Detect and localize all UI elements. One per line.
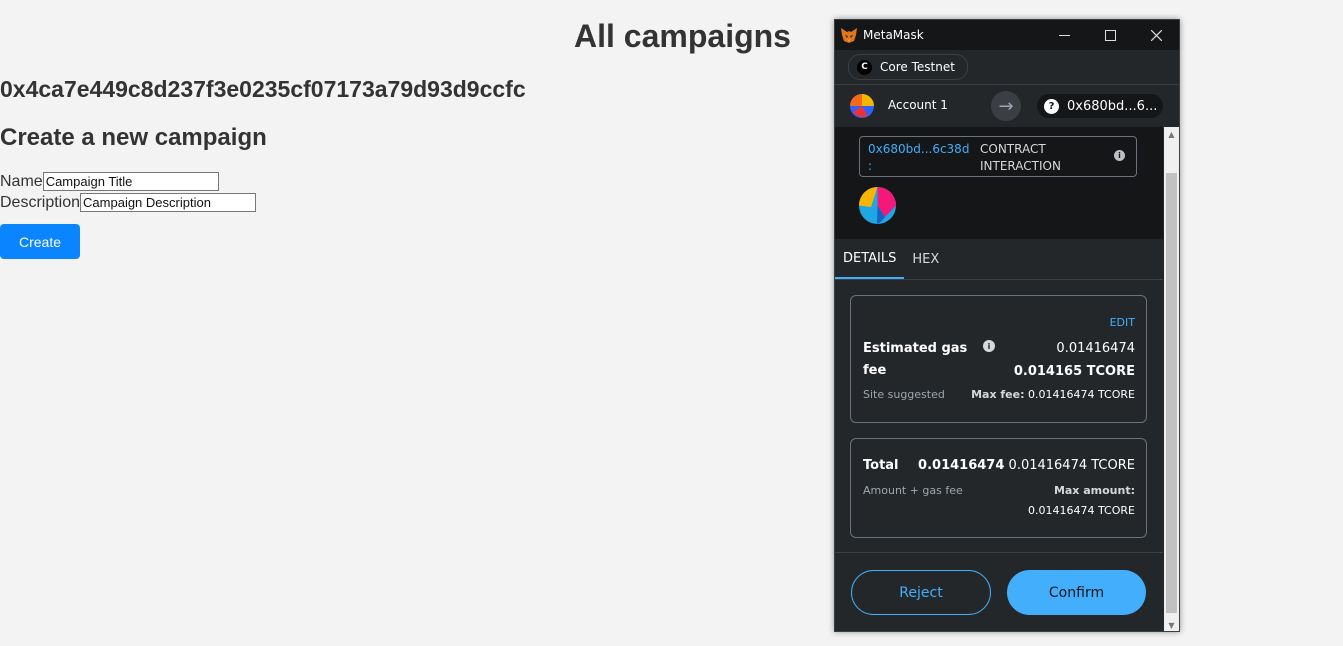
close-icon[interactable] [1133,20,1179,50]
name-label: Name [0,172,43,190]
description-row: Description [0,193,257,212]
window-titlebar[interactable]: MetaMask [835,20,1179,50]
amount-gas-label: Amount + gas fee [863,484,963,497]
max-amount-value: 0.01416474 TCORE [1028,504,1135,517]
network-icon: C [857,59,872,75]
network-name: Core Testnet [880,60,955,74]
contract-interaction-box: 0x680bd...6c38d : CONTRACT INTERACTION i [859,136,1137,177]
create-campaign-heading: Create a new campaign [0,124,267,151]
contract-address[interactable]: 0x680bd...6c38d : [868,141,974,175]
info-icon[interactable]: i [983,340,995,352]
scroll-up-icon[interactable]: ▲ [1164,127,1179,141]
max-fee: Max fee: 0.01416474 TCORE [971,388,1135,401]
recipient-address-pill[interactable]: ? 0x680bd...6... [1037,94,1163,118]
details-hex-tabs: DETAILS HEX [835,239,1163,280]
gas-fee-card: EDIT Estimated gas fee i 0.01416474 0.01… [850,295,1147,423]
account-name: Account 1 [888,98,948,112]
fox-icon [841,28,857,43]
action-footer: Reject Confirm [835,552,1163,631]
description-label: Description [0,193,81,211]
total-label: Total [863,458,899,473]
maximize-icon[interactable] [1087,20,1133,50]
contract-type-label: CONTRACT INTERACTION [980,142,1061,173]
scrollbar[interactable]: ▲ ▼ [1164,127,1179,631]
network-selector[interactable]: C Core Testnet [848,54,968,80]
tab-hex[interactable]: HEX [904,239,947,279]
site-suggested-label[interactable]: Site suggested [863,388,945,401]
total-card: Total 0.01416474 0.01416474 TCORE Amount… [850,438,1147,538]
gas-fee-native: 0.014165 TCORE [1013,364,1135,379]
question-icon: ? [1044,98,1059,114]
recipient-address: 0x680bd...6... [1067,98,1158,114]
name-input[interactable] [42,172,219,191]
scroll-down-icon[interactable]: ▼ [1164,618,1179,631]
description-input[interactable] [80,193,257,212]
scrollbar-thumb[interactable] [1166,173,1177,613]
name-row: Name [0,172,219,191]
reject-button[interactable]: Reject [851,570,991,615]
max-amount-label: Max amount: [1053,484,1135,497]
confirmation-content: 0x680bd...6c38d : CONTRACT INTERACTION i… [835,127,1163,631]
estimated-gas-label: Estimated gas fee [863,341,968,378]
manager-address: 0x4ca7e449c8d237f3e0235cf07173a79d93d9cc… [0,76,526,102]
metamask-window: MetaMask C Core Testnet Account 1 → ? 0x… [834,19,1180,632]
site-avatar [859,187,896,224]
total-value: 0.01416474 0.01416474 TCORE [918,458,1135,473]
account-bar: Account 1 → ? 0x680bd...6... [835,85,1179,128]
edit-gas-link[interactable]: EDIT [1110,316,1135,329]
confirm-button[interactable]: Confirm [1007,570,1146,615]
minimize-icon[interactable] [1041,20,1087,50]
gas-fee-primary: 0.01416474 [1056,341,1135,356]
network-bar: C Core Testnet [835,50,1179,85]
window-title: MetaMask [863,28,924,42]
create-button[interactable]: Create [0,224,80,259]
arrow-right-icon: → [991,91,1021,121]
contract-section: 0x680bd...6c38d : CONTRACT INTERACTION i [835,127,1163,239]
account-avatar[interactable] [850,94,874,118]
tab-details[interactable]: DETAILS [835,239,905,279]
info-icon[interactable]: i [1114,150,1125,161]
